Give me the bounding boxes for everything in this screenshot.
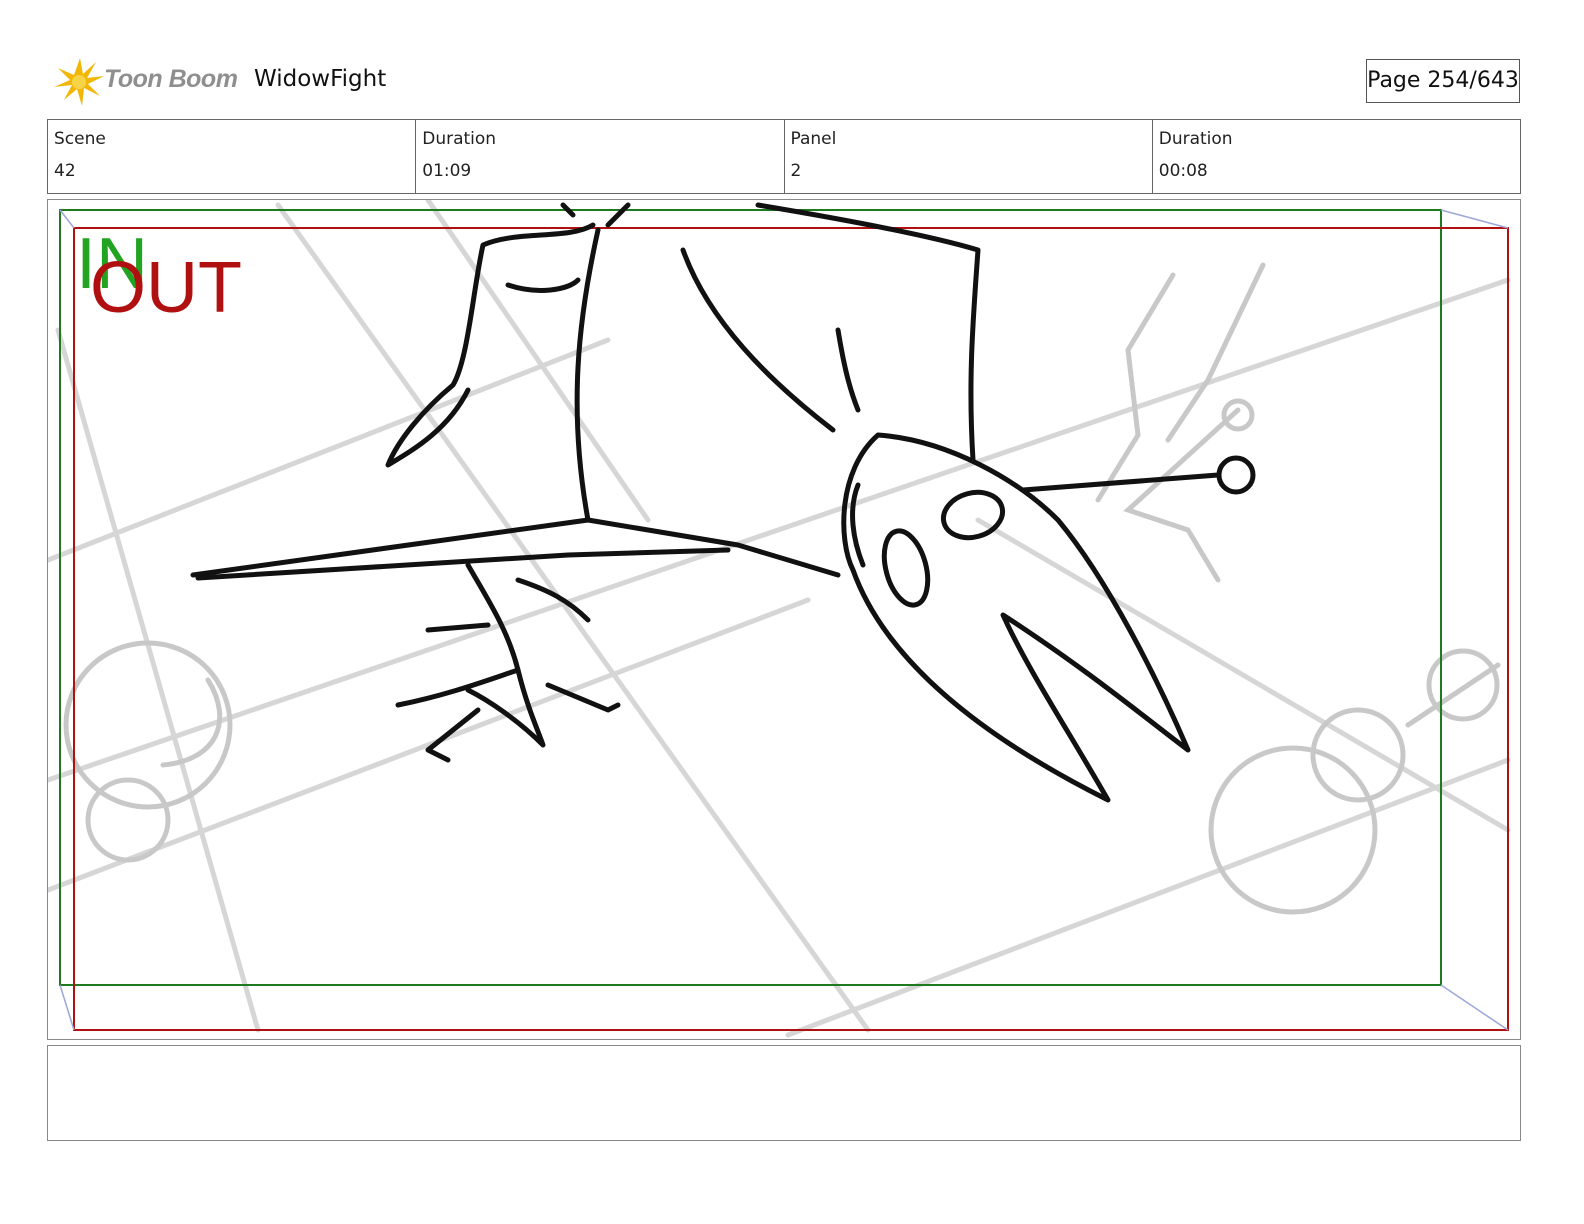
scene-duration-cell: Duration 01:09 [416,120,785,193]
storyboard-panel: IN OUT [47,199,1521,1040]
scene-label: Scene [54,129,106,149]
starburst-icon [54,58,104,106]
panel-value: 2 [790,161,802,181]
panel-duration-cell: Duration 00:08 [1153,120,1520,193]
scene-cell: Scene 42 [48,120,417,193]
scene-duration-value: 01:09 [422,161,472,181]
character-sketch [190,202,1256,803]
camera-path [59,209,1509,1031]
scene-info-table: Scene 42 Duration 01:09 Panel 2 Duration… [47,119,1521,194]
panel-drawing [48,200,1511,1038]
toon-boom-logo: Toon Boom [52,54,242,110]
scene-duration-label: Duration [422,129,497,149]
panel-cell: Panel 2 [785,120,1153,193]
background-figures [63,262,1501,915]
page-indicator: Page 254/643 [1366,59,1520,103]
panel-notes [47,1045,1521,1141]
logo-text: Toon Boom [104,65,238,93]
panel-label: Panel [790,129,837,149]
scene-value: 42 [54,161,76,181]
panel-duration-label: Duration [1158,129,1233,149]
out-label: OUT [90,248,242,328]
project-title: WidowFight [254,66,387,92]
panel-duration-value: 00:08 [1158,161,1208,181]
